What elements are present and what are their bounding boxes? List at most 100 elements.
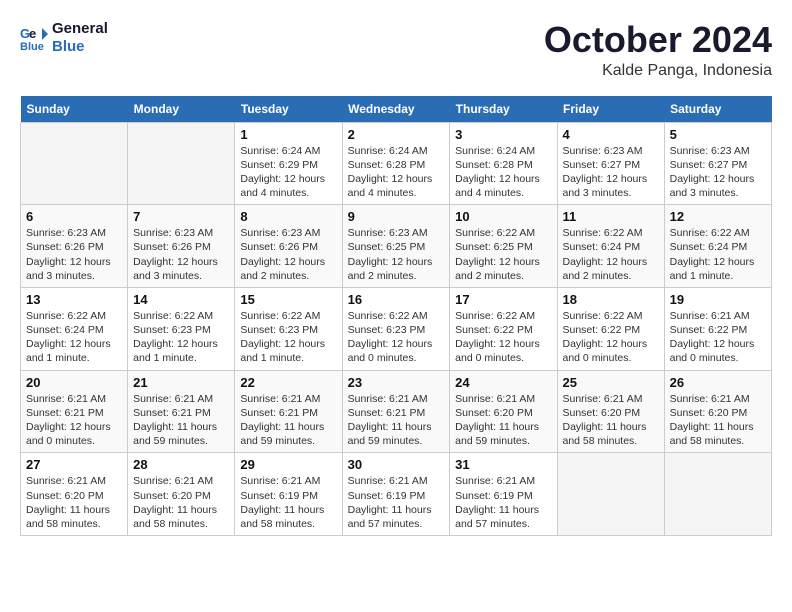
calendar-cell: 10 Sunrise: 6:22 AM Sunset: 6:25 PM Dayli… bbox=[450, 205, 557, 288]
calendar-cell bbox=[664, 453, 771, 536]
header-saturday: Saturday bbox=[664, 96, 771, 123]
day-info: Sunrise: 6:24 AM Sunset: 6:29 PM Dayligh… bbox=[240, 144, 336, 201]
day-number: 4 bbox=[563, 127, 659, 142]
calendar-cell: 15Sunrise: 6:22 AM Sunset: 6:23 PM Dayli… bbox=[235, 287, 342, 370]
day-info: Sunrise: 6:22 AM Sunset: 6:22 PM Dayligh… bbox=[455, 309, 551, 366]
day-info: Sunrise: 6:21 AM Sunset: 6:20 PM Dayligh… bbox=[563, 392, 659, 449]
header-sunday: Sunday bbox=[21, 96, 128, 123]
day-number: 14 bbox=[133, 292, 229, 307]
day-info: Sunrise: 6:21 AM Sunset: 6:20 PM Dayligh… bbox=[455, 392, 551, 449]
calendar-cell: 21 Sunrise: 6:21 AM Sunset: 6:21 PM Dayli… bbox=[128, 370, 235, 453]
day-number: 6 bbox=[26, 209, 122, 224]
calendar-cell bbox=[128, 122, 235, 205]
day-number: 28 bbox=[133, 457, 229, 472]
day-info: Sunrise: 6:21 AM Sunset: 6:22 PM Dayligh… bbox=[670, 309, 766, 366]
header-thursday: Thursday bbox=[450, 96, 557, 123]
day-number: 12 bbox=[670, 209, 766, 224]
day-info: Sunrise: 6:24 AM Sunset: 6:28 PM Dayligh… bbox=[348, 144, 445, 201]
logo-line1: General bbox=[52, 20, 108, 38]
calendar-cell: 4Sunrise: 6:23 AM Sunset: 6:27 PM Daylig… bbox=[557, 122, 664, 205]
calendar-cell bbox=[21, 122, 128, 205]
day-number: 7 bbox=[133, 209, 229, 224]
calendar-cell bbox=[557, 453, 664, 536]
day-number: 11 bbox=[563, 209, 659, 224]
day-number: 1 bbox=[240, 127, 336, 142]
day-number: 22 bbox=[240, 375, 336, 390]
calendar-cell: 20 Sunrise: 6:21 AM Sunset: 6:21 PM Dayli… bbox=[21, 370, 128, 453]
day-info: Sunrise: 6:22 AM Sunset: 6:22 PM Dayligh… bbox=[563, 309, 659, 366]
day-info: Sunrise: 6:23 AM Sunset: 6:26 PM Dayligh… bbox=[26, 226, 122, 283]
day-info: Sunrise: 6:21 AM Sunset: 6:20 PM Dayligh… bbox=[133, 474, 229, 531]
calendar-cell: 31 Sunrise: 6:21 AM Sunset: 6:19 PM Dayli… bbox=[450, 453, 557, 536]
day-info: Sunrise: 6:22 AM Sunset: 6:24 PM Dayligh… bbox=[563, 226, 659, 283]
logo: G e Blue General Blue bbox=[20, 20, 108, 56]
day-number: 3 bbox=[455, 127, 551, 142]
day-number: 19 bbox=[670, 292, 766, 307]
logo-line2: Blue bbox=[52, 38, 108, 56]
calendar-header-row: SundayMondayTuesdayWednesdayThursdayFrid… bbox=[21, 96, 772, 123]
header-wednesday: Wednesday bbox=[342, 96, 450, 123]
day-number: 26 bbox=[670, 375, 766, 390]
day-info: Sunrise: 6:21 AM Sunset: 6:21 PM Dayligh… bbox=[133, 392, 229, 449]
day-number: 27 bbox=[26, 457, 122, 472]
calendar-cell: 29Sunrise: 6:21 AM Sunset: 6:19 PM Dayli… bbox=[235, 453, 342, 536]
day-number: 31 bbox=[455, 457, 551, 472]
calendar-week-2: 6 Sunrise: 6:23 AM Sunset: 6:26 PM Daylig… bbox=[21, 205, 772, 288]
day-info: Sunrise: 6:21 AM Sunset: 6:21 PM Dayligh… bbox=[240, 392, 336, 449]
calendar-cell: 30Sunrise: 6:21 AM Sunset: 6:19 PM Dayli… bbox=[342, 453, 450, 536]
header-friday: Friday bbox=[557, 96, 664, 123]
day-info: Sunrise: 6:21 AM Sunset: 6:19 PM Dayligh… bbox=[348, 474, 445, 531]
day-number: 25 bbox=[563, 375, 659, 390]
calendar-cell: 24 Sunrise: 6:21 AM Sunset: 6:20 PM Dayli… bbox=[450, 370, 557, 453]
calendar-cell: 9Sunrise: 6:23 AM Sunset: 6:25 PM Daylig… bbox=[342, 205, 450, 288]
day-number: 17 bbox=[455, 292, 551, 307]
day-number: 18 bbox=[563, 292, 659, 307]
day-info: Sunrise: 6:23 AM Sunset: 6:26 PM Dayligh… bbox=[133, 226, 229, 283]
calendar-cell: 7 Sunrise: 6:23 AM Sunset: 6:26 PM Daylig… bbox=[128, 205, 235, 288]
title-block: October 2024 Kalde Panga, Indonesia bbox=[544, 20, 772, 80]
logo-icon: G e Blue bbox=[20, 24, 48, 52]
day-number: 10 bbox=[455, 209, 551, 224]
calendar-cell: 1 Sunrise: 6:24 AM Sunset: 6:29 PM Daylig… bbox=[235, 122, 342, 205]
day-info: Sunrise: 6:23 AM Sunset: 6:26 PM Dayligh… bbox=[240, 226, 336, 283]
calendar-week-1: 1 Sunrise: 6:24 AM Sunset: 6:29 PM Daylig… bbox=[21, 122, 772, 205]
header-tuesday: Tuesday bbox=[235, 96, 342, 123]
calendar-cell: 13Sunrise: 6:22 AM Sunset: 6:24 PM Dayli… bbox=[21, 287, 128, 370]
day-number: 24 bbox=[455, 375, 551, 390]
calendar-week-4: 20 Sunrise: 6:21 AM Sunset: 6:21 PM Dayli… bbox=[21, 370, 772, 453]
day-number: 9 bbox=[348, 209, 445, 224]
calendar-cell: 17 Sunrise: 6:22 AM Sunset: 6:22 PM Dayli… bbox=[450, 287, 557, 370]
calendar-cell: 19 Sunrise: 6:21 AM Sunset: 6:22 PM Dayli… bbox=[664, 287, 771, 370]
location: Kalde Panga, Indonesia bbox=[544, 62, 772, 80]
calendar-week-5: 27 Sunrise: 6:21 AM Sunset: 6:20 PM Dayli… bbox=[21, 453, 772, 536]
day-number: 13 bbox=[26, 292, 122, 307]
day-info: Sunrise: 6:22 AM Sunset: 6:25 PM Dayligh… bbox=[455, 226, 551, 283]
calendar-cell: 28 Sunrise: 6:21 AM Sunset: 6:20 PM Dayli… bbox=[128, 453, 235, 536]
day-number: 23 bbox=[348, 375, 445, 390]
day-number: 8 bbox=[240, 209, 336, 224]
day-info: Sunrise: 6:21 AM Sunset: 6:19 PM Dayligh… bbox=[455, 474, 551, 531]
month-title: October 2024 bbox=[544, 20, 772, 60]
calendar-cell: 22 Sunrise: 6:21 AM Sunset: 6:21 PM Dayli… bbox=[235, 370, 342, 453]
svg-text:e: e bbox=[29, 26, 36, 41]
calendar-cell: 6 Sunrise: 6:23 AM Sunset: 6:26 PM Daylig… bbox=[21, 205, 128, 288]
day-info: Sunrise: 6:21 AM Sunset: 6:19 PM Dayligh… bbox=[240, 474, 336, 531]
day-number: 5 bbox=[670, 127, 766, 142]
calendar-cell: 14 Sunrise: 6:22 AM Sunset: 6:23 PM Dayli… bbox=[128, 287, 235, 370]
calendar-cell: 11 Sunrise: 6:22 AM Sunset: 6:24 PM Dayli… bbox=[557, 205, 664, 288]
day-info: Sunrise: 6:22 AM Sunset: 6:23 PM Dayligh… bbox=[240, 309, 336, 366]
calendar-cell: 26Sunrise: 6:21 AM Sunset: 6:20 PM Dayli… bbox=[664, 370, 771, 453]
day-number: 20 bbox=[26, 375, 122, 390]
day-info: Sunrise: 6:22 AM Sunset: 6:24 PM Dayligh… bbox=[670, 226, 766, 283]
calendar-week-3: 13Sunrise: 6:22 AM Sunset: 6:24 PM Dayli… bbox=[21, 287, 772, 370]
calendar-cell: 5 Sunrise: 6:23 AM Sunset: 6:27 PM Daylig… bbox=[664, 122, 771, 205]
day-info: Sunrise: 6:21 AM Sunset: 6:21 PM Dayligh… bbox=[26, 392, 122, 449]
calendar-cell: 2Sunrise: 6:24 AM Sunset: 6:28 PM Daylig… bbox=[342, 122, 450, 205]
calendar-cell: 8 Sunrise: 6:23 AM Sunset: 6:26 PM Daylig… bbox=[235, 205, 342, 288]
day-info: Sunrise: 6:22 AM Sunset: 6:23 PM Dayligh… bbox=[133, 309, 229, 366]
day-number: 21 bbox=[133, 375, 229, 390]
svg-text:Blue: Blue bbox=[20, 41, 44, 52]
day-info: Sunrise: 6:23 AM Sunset: 6:27 PM Dayligh… bbox=[670, 144, 766, 201]
calendar-cell: 27Sunrise: 6:21 AM Sunset: 6:20 PM Dayli… bbox=[21, 453, 128, 536]
calendar-cell: 23Sunrise: 6:21 AM Sunset: 6:21 PM Dayli… bbox=[342, 370, 450, 453]
